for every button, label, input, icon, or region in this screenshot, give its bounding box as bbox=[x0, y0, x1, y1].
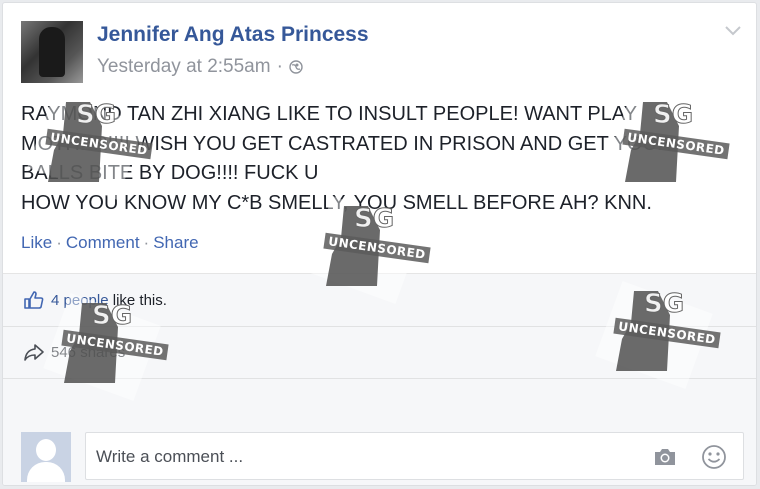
share-link[interactable]: Share bbox=[153, 233, 198, 253]
comment-input-box[interactable] bbox=[85, 432, 744, 480]
shares-row: 546 shares bbox=[3, 326, 756, 379]
author-name[interactable]: Jennifer Ang Atas Princess bbox=[97, 23, 369, 47]
globe-icon[interactable] bbox=[289, 60, 303, 74]
chevron-down-icon[interactable] bbox=[724, 25, 742, 37]
action-separator: · bbox=[143, 233, 150, 252]
avatar-head-shape bbox=[36, 439, 56, 461]
post-card: Jennifer Ang Atas Princess Yesterday at … bbox=[2, 2, 757, 486]
shares-count-link[interactable]: 546 shares bbox=[51, 344, 125, 361]
camera-icon[interactable] bbox=[653, 447, 677, 467]
avatar-figure bbox=[39, 27, 65, 77]
author-avatar[interactable] bbox=[21, 21, 83, 83]
post-line: BALLS BITE BY DOG!!!! FUCK U bbox=[21, 162, 319, 184]
avatar-body-shape bbox=[27, 462, 65, 482]
share-arrow-icon bbox=[24, 344, 44, 361]
post-timestamp-row: Yesterday at 2:55am · bbox=[97, 56, 303, 78]
post-line: RAYMOND TAN ZHI XIANG LIKE TO INSULT PEO… bbox=[21, 103, 638, 125]
comment-composer bbox=[3, 430, 756, 485]
likes-summary: 4 people like this. bbox=[51, 292, 167, 309]
commenter-avatar bbox=[21, 432, 71, 482]
comment-link[interactable]: Comment bbox=[66, 233, 140, 253]
post-line: HOW YOU KNOW MY C*B SMELLY, YOU SMELL BE… bbox=[21, 191, 652, 214]
timestamp-separator: · bbox=[276, 56, 283, 77]
like-link[interactable]: Like bbox=[21, 233, 52, 253]
post-footer: 4 people like this. 546 shares bbox=[3, 273, 756, 485]
post-actions: Like · Comment · Share bbox=[21, 233, 199, 253]
thumbs-up-icon bbox=[24, 291, 44, 309]
post-body: RAYMOND TAN ZHI XIANG LIKE TO INSULT PEO… bbox=[21, 100, 741, 218]
post-line: MOTHER!!!! WISH YOU GET CASTRATED IN PRI… bbox=[21, 132, 672, 155]
post-timestamp[interactable]: Yesterday at 2:55am bbox=[97, 56, 271, 78]
likes-row: 4 people like this. bbox=[3, 274, 756, 327]
comment-input[interactable] bbox=[94, 443, 638, 471]
likes-count-link[interactable]: 4 people bbox=[51, 292, 109, 309]
action-separator: · bbox=[56, 233, 62, 252]
likes-suffix: like this. bbox=[108, 291, 167, 309]
smiley-icon[interactable] bbox=[701, 444, 727, 470]
